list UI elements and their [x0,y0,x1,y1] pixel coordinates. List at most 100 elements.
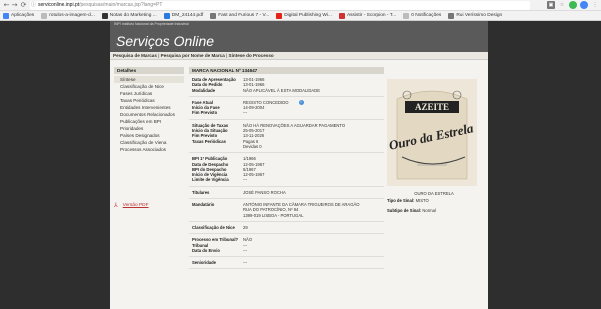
details-section: Senioridade --- [189,257,384,270]
bookmark-item[interactable]: 0 Notificações [403,12,442,19]
marca-title: MARCA NACIONAL Nº 134647 [189,67,384,74]
address-bar[interactable]: ⓘ serviconline.inpi.pt/pesquisas/main/ma… [30,1,530,10]
detail-value: --- [243,177,248,183]
star-icon[interactable]: ☆ [558,1,566,9]
site-brand[interactable]: Serviços Online [116,33,214,49]
sidebar-item[interactable]: Prioridades [114,125,184,132]
extension-icon[interactable]: ▣ [547,1,555,9]
extension-icons: ▣ ☆ ⋮ [547,1,599,9]
page-icon [41,12,48,19]
bookmark-item[interactable]: Digital Publishing Wi... [276,12,332,19]
details-section: Mandatário ANTÓNIO INFANTE DA CÂMARA TRIG… [189,199,384,222]
detail-label: Classificação de Nice [192,224,235,230]
detail-label: Limite de Vigência [192,177,229,183]
detail-row: Modalidade NÃO APLICÁVEL À ESTA MODALIDAD… [192,88,384,93]
sidebar-item[interactable]: Países Designados [114,132,184,139]
sidebar-item[interactable]: Classificação de Nice [114,83,184,90]
notes-icon [101,12,108,19]
details-section: Data de Apresentação 13-01-1966 Data do Pe… [189,74,384,97]
detail-label [192,144,243,149]
sidebar-item[interactable]: Entidades Intervenientes [114,104,184,111]
globe-icon [448,12,455,19]
logo-text-azeite: AZEITE [415,102,449,112]
bookmark-item[interactable]: Aplicações [3,12,35,19]
url-host: serviconline.inpi.pt [38,2,80,8]
page-icon [403,12,410,19]
bookmark-item[interactable]: Fast and Furious 7 - V... [210,12,270,19]
bookmark-label: Rui Veríssimo Design [456,13,503,18]
forward-arrow-icon[interactable]: → [10,1,19,10]
sidebar-item[interactable]: Classificação de Viena [114,139,184,146]
details-section: Processo em Tribunal? NÃO Tribunal --- Data … [189,234,384,258]
breadcrumb-pesquisa-nome[interactable]: Pesquisa por Nome de Marca [161,53,225,58]
bookmark-item[interactable]: DM_24144.pdf [163,12,203,19]
detail-row: 1399-019 LISBOA - PORTUGAL [192,213,384,218]
bookmark-label: Fast and Furious 7 - V... [218,13,270,18]
sign-type-label: Tipo de Sinal: [387,198,415,203]
pdf-version-link[interactable]: ⅄ Versão PDF [114,202,149,209]
bookmark-label: Notas do Marketing ... [109,13,157,18]
film-icon [210,12,217,19]
sidebar-item[interactable]: Publicações em BPI [114,118,184,125]
detail-label: Modalidade [192,87,216,93]
trademark-caption: OURO DA ESTRELA [414,191,454,196]
page-content: INPI Instituto Nacional da Propriedade I… [110,21,488,309]
detail-label: Titulares [192,189,210,195]
detail-row: Data do Envio --- [192,248,384,253]
bookmark-label: rotulos-a-imagem-d... [49,13,95,18]
reload-icon[interactable]: ⟳ [19,1,28,10]
youtube-icon [276,12,283,19]
detail-row: Devidas 0 [192,144,384,149]
video-icon [338,12,345,19]
extension-icon[interactable] [569,1,577,9]
detail-value: --- [243,247,248,253]
sidebar-item[interactable]: Processos Associados [114,146,184,153]
detail-row: Titulares JOSÉ PANSO ROCHA [192,190,384,195]
extension-icon[interactable] [580,1,588,9]
details-section: Situação de Taxas NÃO HÁ RENOVAÇÕES A AGU… [189,120,384,154]
pdf-version-label[interactable]: Versão PDF [123,203,149,208]
sidebar-item[interactable]: Síntese [114,76,184,83]
breadcrumb: Pesquisa de Marcas | Pesquisa por Nome d… [110,52,488,60]
pdf-icon: ⅄ [114,203,118,209]
sign-subtype-value: Normal [422,208,436,213]
bookmark-item[interactable]: rotulos-a-imagem-d... [41,12,95,19]
info-icon[interactable]: i [298,99,304,105]
sign-type: Tipo de Sinal: MISTO [387,198,429,203]
bookmark-item[interactable]: Assistir - Scorpion - T... [338,12,397,19]
breadcrumb-pesquisa-marcas[interactable]: Pesquisa de Marcas [113,53,157,58]
detail-value: --- [243,110,248,116]
detail-value: JOSÉ PANSO ROCHA [243,189,286,195]
page-margin-left [0,21,110,309]
url-path: /pesquisas/main/marcas.jsp?lang=PT [79,2,163,8]
bookmark-item[interactable]: Notas do Marketing ... [101,12,157,19]
trademark-logo: AZEITE Ouro da Estrela [387,79,477,186]
bookmark-label: 0 Notificações [411,13,442,18]
breadcrumb-sintese[interactable]: Síntese do Processo [229,53,274,58]
detail-value: 1399-019 LISBOA - PORTUGAL [243,212,304,218]
bookmarks-bar: Aplicações rotulos-a-imagem-d... Notas do … [0,11,601,21]
sidebar-item[interactable]: Taxas Periódicas [114,97,184,104]
info-icon[interactable]: ⓘ [31,1,36,10]
sign-type-value: MISTO [415,198,429,203]
detail-value: Devidas 0 [243,143,262,149]
details-section: BPI 1ª Publicação 1/1966 Data de Despacho 1… [189,153,384,187]
sidebar-item[interactable]: Fases Jurídicas [114,90,184,97]
bookmark-label: Assistir - Scorpion - T... [346,13,397,18]
bookmark-label: Aplicações [11,13,35,18]
detail-value: 29 [243,224,248,230]
menu-icon[interactable]: ⋮ [591,1,599,9]
detail-value: --- [243,260,248,266]
pdf-icon [163,12,170,19]
detail-label [192,213,243,218]
site-tagline: INPI Instituto Nacional da Propriedade I… [114,22,189,26]
browser-toolbar: ← → ⟳ ⓘ serviconline.inpi.pt/pesquisas/m… [0,0,601,11]
apps-icon [3,12,9,19]
details-section: Classificação de Nice 29 [189,222,384,235]
bookmark-item[interactable]: Rui Veríssimo Design [448,12,503,19]
detail-row: Senioridade --- [192,260,384,265]
sidebar-item[interactable]: Documentos Relacionados [114,111,184,118]
detail-label: Data do Envio [192,247,220,253]
trademark-image: AZEITE Ouro da Estrela [387,79,477,186]
detail-value: NÃO APLICÁVEL À ESTA MODALIDADE [243,87,321,93]
